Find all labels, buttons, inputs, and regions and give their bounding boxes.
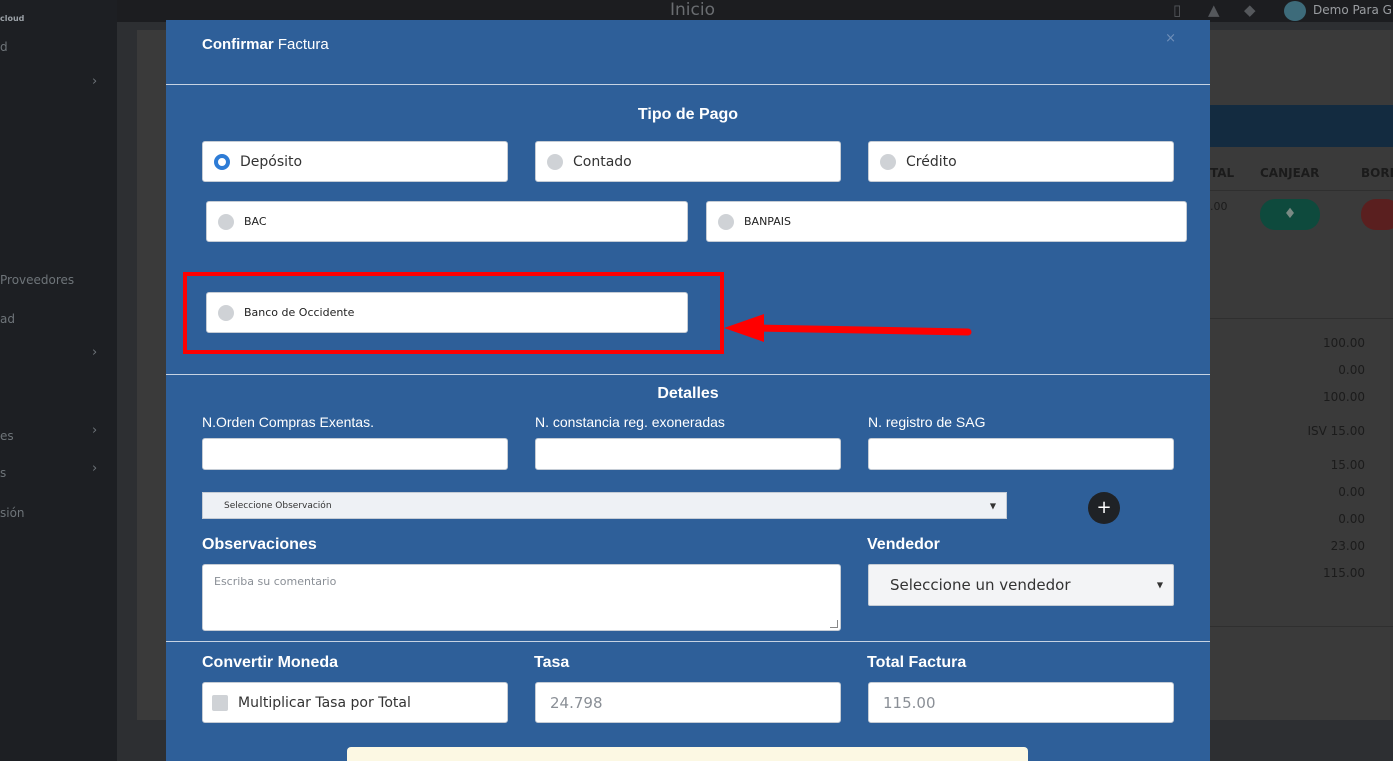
total-factura-input[interactable]: 115.00 xyxy=(868,682,1174,723)
chevron-right-icon[interactable]: › xyxy=(92,461,97,476)
total-isv-label: ISV 15.00 xyxy=(1307,424,1365,438)
total-subtotal: 100.00 xyxy=(1323,336,1365,350)
payment-option-label: Depósito xyxy=(240,153,303,170)
payment-option-label: Crédito xyxy=(906,153,957,170)
delete-button[interactable] xyxy=(1361,199,1393,230)
total-row-6: 0.00 xyxy=(1338,485,1365,499)
sidebar-item-6[interactable]: sión xyxy=(0,506,25,520)
vendedor-label: Vendedor xyxy=(867,536,940,553)
payment-option-contado[interactable]: Contado xyxy=(535,141,841,182)
bank-option-banpais[interactable]: BANPAIS xyxy=(706,201,1187,242)
detalles-title: Detalles xyxy=(657,385,719,402)
sidebar-item-5[interactable]: s xyxy=(0,466,6,480)
tipo-pago-title: Tipo de Pago xyxy=(637,106,739,123)
payment-option-credito[interactable]: Crédito xyxy=(868,141,1174,182)
multiplicar-tasa-checkbox-row[interactable]: Multiplicar Tasa por Total xyxy=(202,682,508,723)
trophy-icon: ♦ xyxy=(1283,206,1297,222)
mobile-icon[interactable]: ▯ xyxy=(1173,1,1181,19)
sidebar-item-proveedores[interactable]: Proveedores xyxy=(0,273,74,287)
constancia-label: N. constancia reg. exoneradas xyxy=(535,414,725,430)
avatar[interactable] xyxy=(1284,1,1306,21)
close-icon[interactable]: × xyxy=(1165,31,1176,46)
radio-icon[interactable] xyxy=(718,213,734,230)
total-isv: 15.00 xyxy=(1330,458,1365,472)
divider xyxy=(1210,626,1393,627)
column-header-borrar: BORR xyxy=(1361,166,1393,180)
observaciones-placeholder: Escriba su comentario xyxy=(214,575,337,588)
caret-down-icon: ▼ xyxy=(1156,580,1163,590)
radio-icon[interactable] xyxy=(547,153,563,170)
tasa-value: 24.798 xyxy=(550,693,603,712)
row-total-value: .00 xyxy=(1210,200,1228,213)
sidebar-item-3[interactable]: ad xyxy=(0,312,15,326)
column-header-total: TAL xyxy=(1210,166,1235,180)
caret-down-icon: ▼ xyxy=(989,501,996,510)
sidebar: cloud d › Proveedores ad › es › s › sión xyxy=(0,0,117,761)
warning-box xyxy=(347,747,1028,761)
constancia-input[interactable] xyxy=(535,438,841,470)
modal-title: Confirmar Factura xyxy=(202,36,329,53)
divider xyxy=(1210,318,1393,319)
tasa-input[interactable]: 24.798 xyxy=(535,682,841,723)
total-descuento: 0.00 xyxy=(1338,363,1365,377)
chevron-right-icon[interactable]: › xyxy=(92,423,97,438)
sidebar-item-4[interactable]: es xyxy=(0,429,14,443)
vendedor-select[interactable]: Seleccione un vendedor ▼ xyxy=(868,564,1174,606)
confirm-invoice-modal: Confirmar Factura × Tipo de Pago Depósit… xyxy=(166,20,1210,761)
registro-sag-label: N. registro de SAG xyxy=(868,414,986,430)
orden-compras-input[interactable] xyxy=(202,438,508,470)
bank-option-bac[interactable]: BAC xyxy=(206,201,688,242)
total-row-8: 23.00 xyxy=(1330,539,1365,553)
radio-icon[interactable] xyxy=(218,213,234,230)
sidebar-brand: cloud xyxy=(0,14,25,23)
divider xyxy=(166,374,1210,375)
observacion-select[interactable]: Seleccione Observación ▼ xyxy=(202,492,1007,519)
total-factura-value: 115.00 xyxy=(883,693,936,712)
radio-icon[interactable] xyxy=(880,153,896,170)
observaciones-textarea[interactable]: Escriba su comentario xyxy=(202,564,841,631)
observaciones-label: Observaciones xyxy=(202,536,317,553)
total-factura-label: Total Factura xyxy=(867,654,967,671)
checkbox-icon[interactable] xyxy=(212,694,228,711)
resize-handle-icon[interactable] xyxy=(830,620,838,628)
chevron-right-icon[interactable]: › xyxy=(92,345,97,360)
divider xyxy=(1210,190,1393,191)
canjear-button[interactable]: ♦ xyxy=(1260,199,1320,230)
sidebar-item-1[interactable]: d xyxy=(0,40,8,54)
add-observacion-button[interactable]: + xyxy=(1088,492,1120,524)
chevron-right-icon[interactable]: › xyxy=(92,74,97,89)
total-row-7: 0.00 xyxy=(1338,512,1365,526)
orden-compras-label: N.Orden Compras Exentas. xyxy=(202,414,374,430)
tasa-label: Tasa xyxy=(534,654,570,671)
page-title: Inicio xyxy=(670,0,715,20)
divider xyxy=(166,84,1210,85)
total-final: 115.00 xyxy=(1323,566,1365,580)
convertir-moneda-label: Convertir Moneda xyxy=(202,654,339,671)
user-name[interactable]: Demo Para G xyxy=(1313,3,1392,17)
radio-selected-icon[interactable] xyxy=(214,153,230,170)
table-header-band xyxy=(1210,105,1393,147)
multiplicar-tasa-label: Multiplicar Tasa por Total xyxy=(238,694,411,711)
tags-icon[interactable]: ◆ xyxy=(1244,1,1256,19)
vendedor-select-value: Seleccione un vendedor xyxy=(890,576,1071,594)
payment-option-deposito[interactable]: Depósito xyxy=(202,141,508,182)
top-bar xyxy=(117,0,1393,22)
bank-option-label: BANPAIS xyxy=(744,215,791,228)
observacion-select-value: Seleccione Observación xyxy=(224,500,332,511)
total-gravado: 100.00 xyxy=(1323,390,1365,404)
payment-option-label: Contado xyxy=(573,153,632,170)
bank-option-label: BAC xyxy=(244,215,267,228)
column-header-canjear: CANJEAR xyxy=(1260,166,1320,180)
registro-sag-input[interactable] xyxy=(868,438,1174,470)
divider xyxy=(166,641,1210,642)
graduation-cap-icon[interactable]: ▲ xyxy=(1208,1,1220,19)
annotation-highlight-box xyxy=(183,272,724,354)
annotation-arrow-icon xyxy=(724,314,972,342)
